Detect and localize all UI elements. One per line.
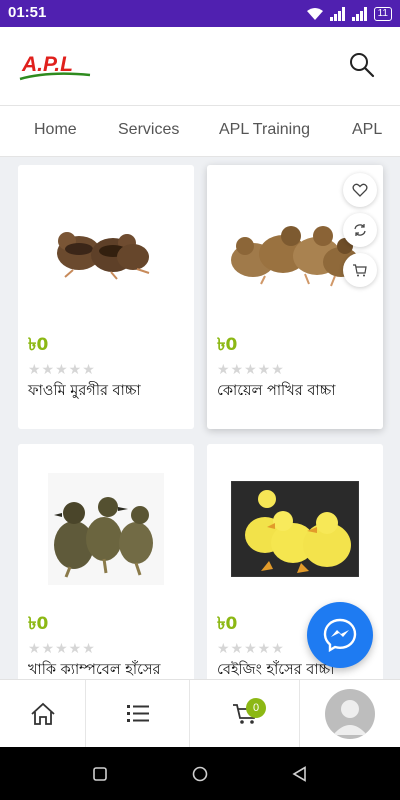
heart-icon: [352, 183, 368, 197]
product-rating: ★★★★★: [28, 641, 96, 657]
product-rating: ★★★★★: [28, 362, 96, 378]
compare-icon: [354, 224, 366, 236]
back-icon[interactable]: [292, 766, 308, 782]
status-time: 01:51: [8, 4, 47, 21]
product-card[interactable]: ৳0 ★★★★★ বেইজিং হাঁসের বাচ্চা: [207, 444, 383, 708]
product-rating: ★★★★★: [217, 362, 285, 378]
product-name[interactable]: কোয়েল পাখির বাচ্চা: [217, 380, 335, 404]
tab-home[interactable]: Home: [34, 121, 77, 139]
messenger-icon: [323, 618, 357, 652]
bottom-nav-cart[interactable]: 0: [190, 680, 300, 748]
product-name[interactable]: ফাওমি মুরগীর বাচ্চা: [28, 380, 141, 404]
avatar[interactable]: [325, 689, 375, 739]
product-price: ৳0: [217, 335, 238, 355]
product-price: ৳0: [28, 614, 49, 634]
bottom-nav-categories[interactable]: [86, 680, 190, 748]
product-rating: ★★★★★: [217, 641, 285, 657]
recent-apps-icon[interactable]: [93, 767, 107, 781]
category-tabs: Home Services APL Training APL: [0, 105, 400, 157]
product-price: ৳0: [217, 614, 238, 634]
product-image-quail-chicks[interactable]: [28, 175, 184, 325]
ducklings-brown-image: [48, 473, 164, 585]
home-icon: [30, 702, 55, 725]
app-header: A.P.L: [0, 27, 400, 105]
product-image-ducklings-brown[interactable]: [28, 454, 184, 604]
wifi-icon: [306, 8, 323, 20]
cart-count-badge: 0: [246, 698, 266, 718]
ducklings-yellow-image: [231, 481, 359, 577]
status-bar: 01:51 11: [0, 0, 400, 27]
bottom-nav-profile[interactable]: [300, 680, 400, 748]
list-icon: [126, 705, 149, 722]
product-price: ৳0: [28, 335, 49, 355]
product-image-ducklings-yellow[interactable]: [217, 454, 373, 604]
battery-icon: 11: [373, 7, 392, 21]
quail-chicks-image: [57, 232, 150, 280]
user-icon: [333, 700, 367, 735]
search-icon[interactable]: [348, 51, 376, 79]
product-card[interactable]: ৳0 ★★★★★ কোয়েল পাখির বাচ্চা: [207, 165, 383, 429]
cart-icon: [353, 263, 367, 276]
signal-icon-2: [351, 7, 367, 21]
signal-icon: [329, 7, 345, 21]
tab-apl-training[interactable]: APL Training: [219, 121, 310, 139]
product-card[interactable]: ৳0 ★★★★★ ফাওমি মুরগীর বাচ্চা: [18, 165, 194, 429]
bottom-nav-home[interactable]: [0, 680, 86, 748]
home-circle-icon[interactable]: [192, 766, 208, 782]
apl-logo[interactable]: A.P.L: [18, 49, 92, 83]
product-card[interactable]: ৳0 ★★★★★ খাকি ক্যাম্পবেল হাঁসের: [18, 444, 194, 708]
bottom-navigation: 0: [0, 679, 400, 748]
add-to-cart-button[interactable]: [343, 253, 377, 287]
wishlist-button[interactable]: [343, 173, 377, 207]
logo-text: A.P.L: [21, 53, 73, 76]
system-navigation-bar: [0, 747, 400, 800]
status-icons: 11: [306, 6, 392, 22]
tab-apl[interactable]: APL: [352, 121, 382, 139]
messenger-chat-button[interactable]: [307, 602, 373, 668]
compare-button[interactable]: [343, 213, 377, 247]
tab-services[interactable]: Services: [118, 121, 179, 139]
